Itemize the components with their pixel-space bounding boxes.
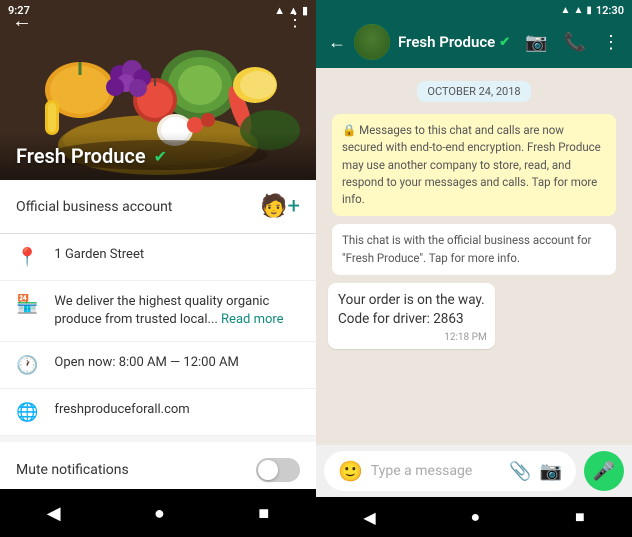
chat-body: OCTOBER 24, 2018 🔒 Messages to this chat… (316, 68, 632, 445)
left-nav-bar: ◀ ● ■ (0, 489, 316, 537)
chat-message-row: Your order is on the way. Code for drive… (328, 283, 495, 349)
mic-icon: 🎤 (593, 461, 615, 482)
chat-header: ← Fresh Produce ✔ 📷 📞 ⋮ (316, 20, 632, 68)
message-bubble: Your order is on the way. Code for drive… (328, 283, 495, 349)
chat-avatar (354, 24, 390, 60)
official-account-notice[interactable]: This chat is with the official business … (332, 224, 616, 275)
voice-call-icon[interactable]: 📞 (564, 32, 586, 53)
official-account-text: Official business account (16, 199, 172, 215)
chat-input-area[interactable]: 🙂 Type a message 📎 📷 (324, 451, 576, 491)
attachment-icon[interactable]: 📎 (509, 461, 531, 482)
profile-name: Fresh Produce (16, 144, 146, 168)
left-status-bar: 9:27 ▲ ▲ ▮ (0, 0, 316, 20)
signal-icon-right: ▲ (561, 5, 571, 16)
chat-more-icon[interactable]: ⋮ (602, 32, 620, 53)
add-contact-icon[interactable]: 🧑+ (260, 194, 300, 219)
chat-input-bar: 🙂 Type a message 📎 📷 🎤 (316, 445, 632, 497)
official-account-row: Official business account 🧑+ (0, 180, 316, 234)
mute-toggle[interactable] (256, 458, 300, 482)
location-icon: 📍 (16, 247, 38, 268)
chat-verified-badge: ✔ (499, 35, 510, 50)
nav-home-icon[interactable]: ● (154, 503, 165, 524)
read-more-link[interactable]: Read more (221, 312, 284, 327)
right-status-icons: ▲ ▲ ▮ (561, 5, 592, 16)
message-text: Your order is on the way. Code for drive… (338, 292, 485, 327)
wifi-icon-right: ▲ (573, 5, 583, 16)
signal-icon: ▲ (274, 4, 285, 17)
left-status-time: 9:27 (8, 4, 30, 17)
hours-text: Open now: 8:00 AM — 12:00 AM (54, 354, 238, 372)
store-icon: 🏪 (16, 294, 38, 315)
mute-label: Mute notifications (16, 462, 129, 478)
right-panel: ▲ ▲ ▮ 12:30 ← Fresh Produce ✔ 📷 📞 ⋮ (316, 0, 632, 537)
location-text: 1 Garden Street (54, 246, 144, 264)
right-status-bar: ▲ ▲ ▮ 12:30 (316, 0, 632, 20)
verified-badge: ✔ (154, 147, 167, 166)
mic-button[interactable]: 🎤 (584, 451, 624, 491)
right-nav-home[interactable]: ● (470, 507, 480, 527)
battery-icon-right: ▮ (586, 5, 592, 16)
globe-icon: 🌐 (16, 402, 38, 423)
chat-name: Fresh Produce ✔ (398, 33, 517, 51)
mute-row: Mute notifications (0, 442, 316, 489)
profile-name-overlay: Fresh Produce ✔ (0, 132, 316, 180)
type-message-placeholder[interactable]: Type a message (371, 463, 501, 479)
right-nav-bar: ◀ ● ■ (316, 497, 632, 537)
date-chip: OCTOBER 24, 2018 (417, 81, 530, 102)
hours-row: 🕐 Open now: 8:00 AM — 12:00 AM (0, 342, 316, 389)
right-nav-square[interactable]: ■ (575, 507, 585, 527)
description-text: We deliver the highest quality organic p… (54, 293, 300, 329)
clock-icon: 🕐 (16, 355, 38, 376)
profile-image: 9:27 ▲ ▲ ▮ ← ⋮ Fresh Produce ✔ (0, 0, 316, 180)
location-row: 📍 1 Garden Street (0, 234, 316, 281)
nav-square-icon[interactable]: ■ (258, 503, 269, 524)
encryption-notice[interactable]: 🔒 Messages to this chat and calls are no… (332, 114, 616, 216)
chat-header-actions: 📷 📞 ⋮ (525, 32, 620, 53)
message-time: 12:18 PM (444, 331, 486, 345)
camera-icon[interactable]: 📷 (540, 461, 562, 482)
emoji-icon[interactable]: 🙂 (338, 459, 363, 483)
website-link[interactable]: freshproduceforall.com (54, 401, 189, 419)
nav-back-icon[interactable]: ◀ (47, 503, 61, 524)
chat-back-button[interactable]: ← (328, 32, 346, 53)
date-divider: OCTOBER 24, 2018 (328, 80, 620, 102)
battery-icon: ▮ (302, 4, 308, 17)
wifi-icon: ▲ (288, 4, 299, 17)
profile-info-section: Official business account 🧑+ 📍 1 Garden … (0, 180, 316, 489)
right-nav-back[interactable]: ◀ (363, 508, 375, 527)
video-call-icon[interactable]: 📷 (525, 32, 547, 53)
left-status-icons: ▲ ▲ ▮ (274, 4, 308, 17)
description-row: 🏪 We deliver the highest quality organic… (0, 281, 316, 342)
right-status-time: 12:30 (596, 4, 624, 17)
chat-title-area: Fresh Produce ✔ (398, 33, 517, 51)
website-row: 🌐 freshproduceforall.com (0, 389, 316, 436)
